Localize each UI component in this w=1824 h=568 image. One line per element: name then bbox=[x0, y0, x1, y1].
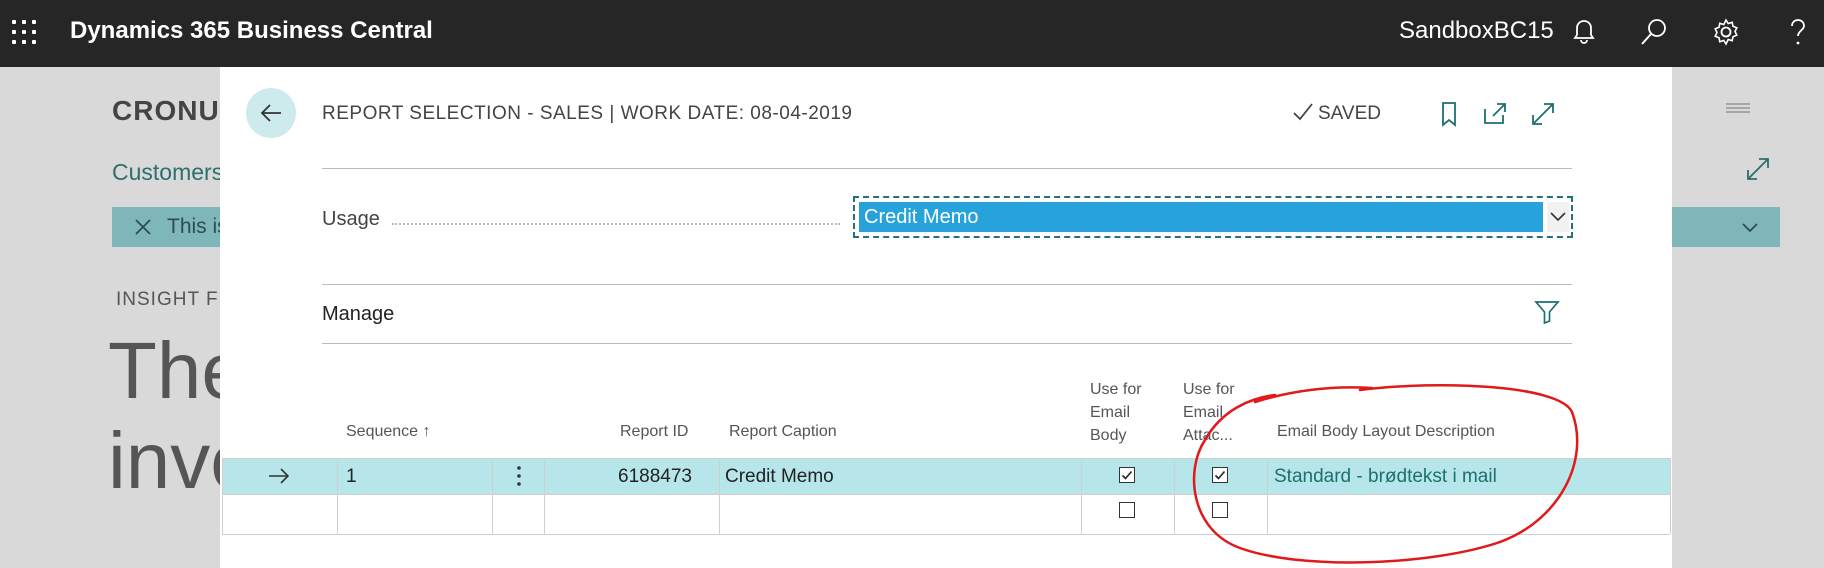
close-icon[interactable] bbox=[134, 218, 152, 236]
table-row[interactable]: 1 6188473 Credit Memo Standard - brødtek… bbox=[222, 458, 1670, 494]
gear-icon[interactable] bbox=[1708, 14, 1744, 50]
table-body: 1 6188473 Credit Memo Standard - brødtek… bbox=[220, 0, 1672, 568]
grid-line bbox=[337, 458, 338, 534]
grid-line bbox=[1081, 458, 1082, 534]
cell-report-caption[interactable]: Credit Memo bbox=[725, 466, 834, 488]
grid-line bbox=[492, 458, 493, 534]
menu-icon[interactable] bbox=[1726, 103, 1750, 117]
table-row[interactable] bbox=[222, 494, 1670, 526]
grid-line bbox=[1174, 458, 1175, 534]
checkbox-use-for-email-attachment[interactable] bbox=[1212, 502, 1228, 518]
grid-line bbox=[222, 534, 1670, 535]
waffle-icon[interactable] bbox=[12, 20, 38, 46]
grid-line bbox=[1267, 458, 1268, 534]
row-actions-icon[interactable] bbox=[516, 464, 522, 488]
checkbox-use-for-email-body[interactable] bbox=[1119, 467, 1135, 483]
checkbox-use-for-email-attachment[interactable] bbox=[1212, 467, 1228, 483]
insight-label: INSIGHT FR bbox=[116, 289, 234, 310]
breadcrumb[interactable]: Customers bbox=[112, 159, 223, 186]
help-icon[interactable] bbox=[1780, 14, 1816, 50]
grid-line bbox=[222, 458, 1670, 459]
cell-email-body-layout-description[interactable]: Standard - brødtekst i mail bbox=[1274, 466, 1497, 488]
chevron-down-icon[interactable] bbox=[1740, 217, 1760, 237]
grid-line bbox=[719, 458, 720, 534]
grid-line bbox=[544, 458, 545, 534]
grid-line bbox=[1670, 458, 1671, 534]
cell-sequence[interactable]: 1 bbox=[346, 466, 357, 488]
notification-text: This is bbox=[167, 215, 228, 238]
grid-line bbox=[222, 458, 223, 534]
expand-icon[interactable] bbox=[1744, 155, 1772, 183]
grid-line bbox=[222, 494, 1670, 495]
cell-report-id[interactable]: 6188473 bbox=[618, 466, 692, 488]
checkbox-use-for-email-body[interactable] bbox=[1119, 502, 1135, 518]
arrow-right-icon bbox=[268, 467, 290, 485]
